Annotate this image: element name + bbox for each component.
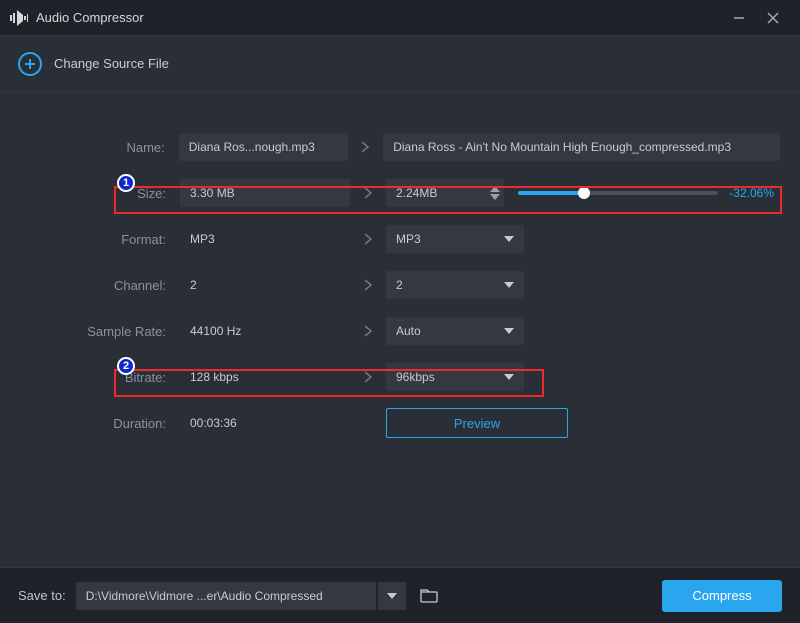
add-icon[interactable] [18, 52, 42, 76]
chevron-down-icon [387, 593, 397, 599]
samplerate-source: 44100 Hz [180, 324, 350, 338]
size-source: 3.30 MB [180, 179, 350, 207]
label-bitrate: Bitrate: [20, 370, 180, 385]
main-panel: Name: Diana Ros...nough.mp3 Diana Ross -… [0, 92, 800, 446]
toolbar: Change Source File [0, 36, 800, 92]
size-spinner[interactable] [490, 186, 500, 200]
change-source-button[interactable]: Change Source File [54, 56, 169, 71]
name-output[interactable]: Diana Ross - Ain't No Mountain High Enou… [383, 133, 780, 161]
bitrate-select[interactable]: 96kbps [386, 363, 524, 391]
arrow-icon [348, 140, 384, 154]
samplerate-select[interactable]: Auto [386, 317, 524, 345]
close-button[interactable] [756, 4, 790, 32]
row-format: Format: MP3 MP3 [20, 216, 780, 262]
spinner-up-icon[interactable] [490, 186, 500, 192]
minimize-button[interactable] [722, 4, 756, 32]
size-output-value: 2.24MB [396, 186, 437, 200]
bitrate-source: 128 kbps [180, 370, 350, 384]
compress-button[interactable]: Compress [662, 580, 782, 612]
row-name: Name: Diana Ros...nough.mp3 Diana Ross -… [20, 124, 780, 170]
row-duration: Duration: 00:03:36 Preview [20, 400, 780, 446]
duration-source: 00:03:36 [180, 416, 350, 430]
format-source: MP3 [180, 232, 350, 246]
channel-source: 2 [180, 278, 350, 292]
size-output[interactable]: 2.24MB [386, 179, 504, 207]
format-select[interactable]: MP3 [386, 225, 524, 253]
format-select-value: MP3 [396, 232, 421, 246]
save-path[interactable]: D:\Vidmore\Vidmore ...er\Audio Compresse… [76, 582, 376, 610]
open-folder-button[interactable] [414, 582, 444, 610]
name-source: Diana Ros...nough.mp3 [179, 133, 348, 161]
slider-fill [518, 191, 584, 195]
size-slider[interactable] [518, 191, 718, 195]
row-size: Size: 3.30 MB 2.24MB -32.06% [20, 170, 780, 216]
channel-select-value: 2 [396, 278, 403, 292]
label-channel: Channel: [20, 278, 180, 293]
label-name: Name: [20, 140, 179, 155]
row-channel: Channel: 2 2 [20, 262, 780, 308]
titlebar: Audio Compressor [0, 0, 800, 36]
app-icon [10, 10, 28, 26]
footer: Save to: D:\Vidmore\Vidmore ...er\Audio … [0, 567, 800, 623]
size-percent: -32.06% [718, 186, 774, 200]
arrow-icon [350, 186, 386, 200]
row-samplerate: Sample Rate: 44100 Hz Auto [20, 308, 780, 354]
annotation-badge-1: 1 [117, 174, 135, 192]
app-title: Audio Compressor [36, 10, 722, 25]
bitrate-select-value: 96kbps [396, 370, 435, 384]
annotation-badge-2: 2 [117, 357, 135, 375]
preview-button[interactable]: Preview [386, 408, 568, 438]
arrow-icon [350, 370, 386, 384]
spinner-down-icon[interactable] [490, 194, 500, 200]
chevron-down-icon [504, 374, 514, 380]
channel-select[interactable]: 2 [386, 271, 524, 299]
chevron-down-icon [504, 282, 514, 288]
slider-thumb[interactable] [578, 187, 590, 199]
arrow-icon [350, 232, 386, 246]
save-path-dropdown[interactable] [378, 582, 406, 610]
label-size: Size: [20, 186, 180, 201]
label-format: Format: [20, 232, 180, 247]
label-duration: Duration: [20, 416, 180, 431]
samplerate-select-value: Auto [396, 324, 421, 338]
label-samplerate: Sample Rate: [20, 324, 180, 339]
chevron-down-icon [504, 236, 514, 242]
arrow-icon [350, 278, 386, 292]
arrow-icon [350, 324, 386, 338]
chevron-down-icon [504, 328, 514, 334]
save-to-label: Save to: [18, 588, 66, 603]
